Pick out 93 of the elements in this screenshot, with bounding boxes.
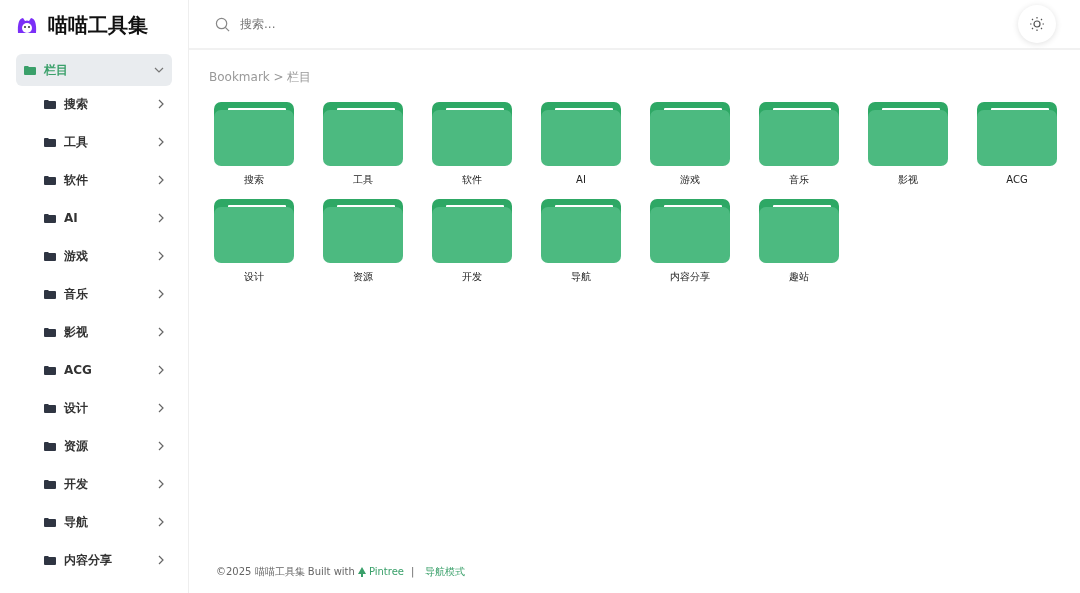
sidebar-item[interactable]: 游戏 — [36, 240, 172, 272]
folder-icon — [44, 403, 56, 413]
folder-label: AI — [576, 173, 586, 187]
chevron-right-icon — [158, 479, 164, 489]
folder-label: 开发 — [462, 270, 482, 284]
sun-icon — [1029, 16, 1045, 32]
folder-item[interactable]: 音乐 — [759, 102, 839, 187]
folder-icon — [44, 289, 56, 299]
site-title: 喵喵工具集 — [48, 12, 148, 39]
sidebar-item[interactable]: 内容分享 — [36, 544, 172, 576]
folder-item[interactable]: 趣站 — [759, 199, 839, 284]
sidebar-item[interactable]: 音乐 — [36, 278, 172, 310]
logo-icon — [16, 15, 38, 35]
breadcrumb: Bookmark > 栏目 — [209, 69, 313, 86]
sidebar-item[interactable]: 设计 — [36, 392, 172, 424]
folder-icon — [214, 199, 294, 263]
chevron-right-icon — [158, 441, 164, 451]
folder-item[interactable]: 软件 — [432, 102, 512, 187]
folder-icon — [541, 199, 621, 263]
folder-label: 软件 — [462, 173, 482, 187]
chevron-right-icon — [158, 517, 164, 527]
folder-icon — [44, 99, 56, 109]
folder-icon — [432, 199, 512, 263]
folder-item[interactable]: 游戏 — [650, 102, 730, 187]
sidebar-item[interactable]: 导航 — [36, 506, 172, 538]
folder-label: 音乐 — [789, 173, 809, 187]
chevron-right-icon — [158, 251, 164, 261]
folder-label: 趣站 — [789, 270, 809, 284]
chevron-right-icon — [158, 555, 164, 565]
chevron-right-icon — [158, 365, 164, 375]
sidebar-item[interactable]: 软件 — [36, 164, 172, 196]
sidebar-item[interactable]: 开发 — [36, 468, 172, 500]
folder-icon — [44, 441, 56, 451]
sidebar-item[interactable]: AI — [36, 202, 172, 234]
folder-item[interactable]: 影视 — [868, 102, 948, 187]
folder-item[interactable]: 开发 — [432, 199, 512, 284]
folder-label: 设计 — [244, 270, 264, 284]
folder-icon — [44, 365, 56, 375]
folder-icon — [214, 102, 294, 166]
folder-icon — [541, 102, 621, 166]
chevron-right-icon — [158, 213, 164, 223]
folder-item[interactable]: 导航 — [541, 199, 621, 284]
folder-item[interactable]: ACG — [977, 102, 1057, 187]
folder-item[interactable]: 内容分享 — [650, 199, 730, 284]
folder-icon — [977, 102, 1057, 166]
folder-item[interactable]: 资源 — [323, 199, 403, 284]
chevron-right-icon — [158, 327, 164, 337]
folder-icon — [44, 213, 56, 223]
folder-icon — [868, 102, 948, 166]
sidebar-item[interactable]: 工具 — [36, 126, 172, 158]
folder-icon — [323, 199, 403, 263]
folder-icon — [650, 199, 730, 263]
folder-icon — [44, 555, 56, 565]
folder-icon — [650, 102, 730, 166]
folder-icon — [323, 102, 403, 166]
chevron-right-icon — [158, 403, 164, 413]
chevron-right-icon — [158, 175, 164, 185]
folder-label: 内容分享 — [670, 270, 710, 284]
folder-item[interactable]: 工具 — [323, 102, 403, 187]
folder-icon — [44, 479, 56, 489]
chevron-right-icon — [158, 289, 164, 299]
sidebar-item[interactable]: 资源 — [36, 430, 172, 462]
folder-item[interactable]: 设计 — [214, 199, 294, 284]
folder-label: 资源 — [353, 270, 373, 284]
nav-mode-link[interactable]: 导航模式 — [425, 564, 466, 579]
folder-item[interactable]: 搜索 — [214, 102, 294, 187]
search-icon — [215, 16, 230, 32]
sidebar-item[interactable]: 搜索 — [36, 88, 172, 120]
folder-icon — [44, 137, 56, 147]
folder-icon — [44, 327, 56, 337]
folder-item[interactable]: AI — [541, 102, 621, 187]
chevron-right-icon — [158, 137, 164, 147]
folder-icon — [759, 102, 839, 166]
folder-label: 导航 — [571, 270, 591, 284]
chevron-down-icon — [154, 67, 164, 73]
folder-label: 搜索 — [244, 173, 264, 187]
copyright-text: ©2025 喵喵工具集 Built with — [216, 565, 355, 579]
separator-text: | — [410, 565, 415, 579]
theme-toggle-button[interactable] — [1018, 5, 1056, 43]
folder-label: 工具 — [353, 173, 373, 187]
folder-icon — [432, 102, 512, 166]
chevron-right-icon — [158, 99, 164, 109]
sidebar-item[interactable]: 影视 — [36, 316, 172, 348]
folder-label: ACG — [1006, 173, 1028, 187]
folder-icon — [759, 199, 839, 263]
folder-icon — [44, 517, 56, 527]
folder-icon — [44, 251, 56, 261]
sidebar-item[interactable]: ACG — [36, 354, 172, 386]
folder-label: 游戏 — [680, 173, 700, 187]
folder-label: 影视 — [898, 173, 918, 187]
tree-icon — [357, 566, 366, 577]
folder-icon — [24, 65, 36, 75]
folder-icon — [44, 175, 56, 185]
